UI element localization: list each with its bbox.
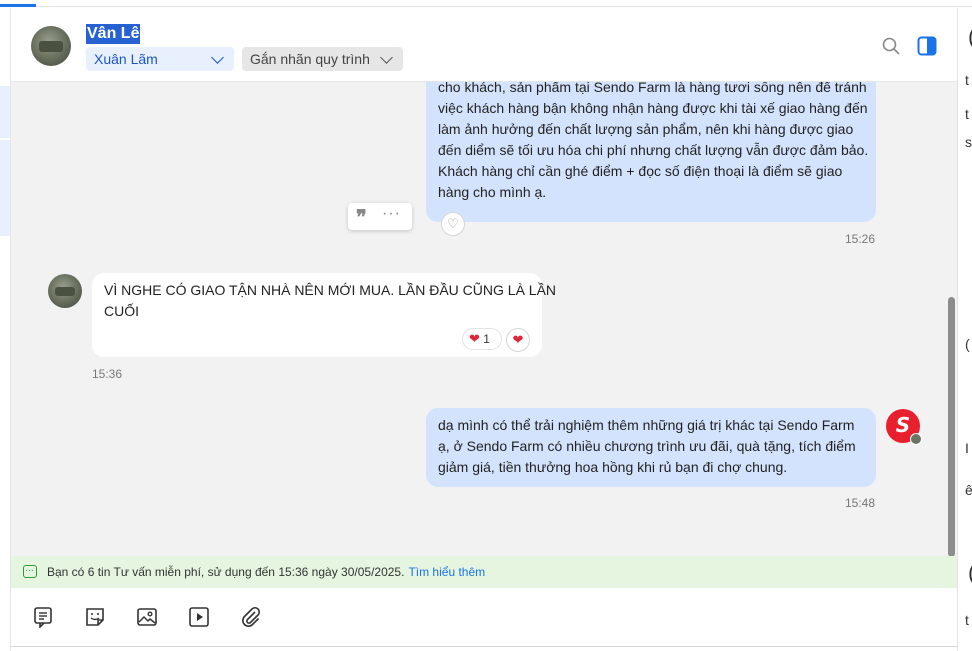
message-timestamp: 15:36	[92, 367, 123, 381]
panel-fragment: (	[965, 336, 970, 352]
attachment-icon[interactable]	[240, 606, 262, 628]
quick-reply-icon[interactable]	[32, 606, 54, 628]
message-line: CUỐI	[104, 303, 139, 319]
message-line: đến diểm sẽ tối ưu hóa chi phí nhưng chấ…	[438, 142, 869, 158]
chat-scrollbar[interactable]	[946, 82, 957, 558]
chevron-down-icon	[380, 51, 393, 64]
more-options-icon[interactable]: ···	[382, 205, 401, 223]
chat-header: Vân Lê Xuân Lãm Gắn nhãn quy trình	[11, 8, 957, 82]
assignee-value: Xuân Lãm	[94, 51, 158, 67]
message-timestamp: 15:48	[845, 496, 876, 510]
active-tab-indicator	[0, 4, 36, 7]
message-line: Khách hàng chỉ cần ghé điểm + đọc số điệ…	[438, 163, 843, 179]
sendo-farm-avatar[interactable]: S	[886, 409, 922, 445]
message-line: VÌ NGHE CÓ GIAO TẬN NHÀ NÊN MỚI MUA. LẦN…	[104, 282, 557, 298]
panel-fragment: t	[965, 612, 969, 628]
add-reaction-button[interactable]: ♡	[441, 212, 465, 236]
sender-avatar[interactable]	[48, 274, 82, 308]
message-bubble-outgoing[interactable]: cho khách, sản phẩm tại Sendo Farm là hà…	[426, 64, 876, 222]
message-line: việc khách hàng bận không nhận hàng được…	[438, 100, 868, 116]
image-icon[interactable]	[136, 606, 158, 628]
panel-fragment: s	[965, 134, 972, 150]
heart-outline-icon: ♡	[447, 216, 459, 231]
message-line: hàng cho mình ạ.	[438, 184, 547, 200]
workflow-label-select[interactable]: Gắn nhãn quy trình	[242, 47, 403, 71]
search-icon[interactable]	[881, 36, 901, 56]
chevron-down-icon	[211, 51, 224, 64]
contact-avatar[interactable]	[31, 26, 71, 66]
panel-fragment: (	[968, 560, 972, 586]
panel-fragment: I	[965, 440, 969, 456]
conversation-list-edge	[0, 8, 11, 651]
agent-mini-avatar	[910, 433, 922, 445]
quote-reply-icon[interactable]: ❞	[356, 205, 367, 229]
chat-panel: cho khách, sản phẩm tại Sendo Farm là hà…	[11, 8, 957, 651]
scrollbar-thumb[interactable]	[948, 297, 955, 557]
top-tab-strip	[0, 0, 972, 7]
sendo-logo-text: S	[895, 413, 911, 437]
contact-name[interactable]: Vân Lê	[86, 24, 141, 44]
message-hover-actions: ❞ ···	[348, 203, 412, 230]
heart-icon: ❤	[469, 331, 480, 346]
video-icon[interactable]	[188, 606, 210, 628]
message-input-edge[interactable]	[11, 646, 957, 651]
message-line: làm ảnh hưởng đến chất lượng sản phẩm, n…	[438, 121, 854, 137]
message-bubble-outgoing[interactable]: dạ mình có thể trải nghiệm thêm những gi…	[426, 408, 876, 487]
panel-fragment: (	[968, 24, 972, 50]
heart-icon: ❤	[512, 332, 524, 347]
reaction-summary[interactable]: ❤ 1	[462, 328, 502, 350]
learn-more-link[interactable]: Tìm hiểu thêm	[408, 565, 485, 579]
message-timestamp: 15:26	[845, 232, 876, 246]
message-icon	[23, 555, 37, 587]
panel-fragment: t	[965, 106, 969, 122]
right-info-panel-edge: ( t t s ( I ê ( t	[957, 8, 972, 651]
react-heart-button[interactable]: ❤	[506, 328, 530, 352]
panel-toggle-icon[interactable]	[917, 36, 937, 56]
workflow-label-value: Gắn nhãn quy trình	[250, 51, 370, 67]
message-line: ạ, ở Sendo Farm có nhiều chương trình ưu…	[438, 438, 856, 454]
notice-text: Bạn có 6 tin Tư vấn miễn phí, sử dụng đế…	[47, 565, 405, 579]
reaction-count: 1	[483, 332, 490, 346]
panel-fragment: ê	[965, 482, 972, 498]
free-consultation-notice: Bạn có 6 tin Tư vấn miễn phí, sử dụng đế…	[11, 555, 957, 588]
composer-toolbar	[11, 588, 957, 651]
message-line: dạ mình có thể trải nghiệm thêm những gi…	[438, 417, 855, 433]
panel-fragment: t	[965, 72, 969, 88]
sticker-icon[interactable]	[84, 606, 106, 628]
selected-conversation-edge[interactable]	[0, 86, 10, 138]
message-line: giảm giá, tiền thưởng hoa hồng khi rủ bạ…	[438, 459, 788, 475]
assignee-select[interactable]: Xuân Lãm	[86, 47, 234, 71]
conversation-edge[interactable]	[0, 140, 10, 236]
